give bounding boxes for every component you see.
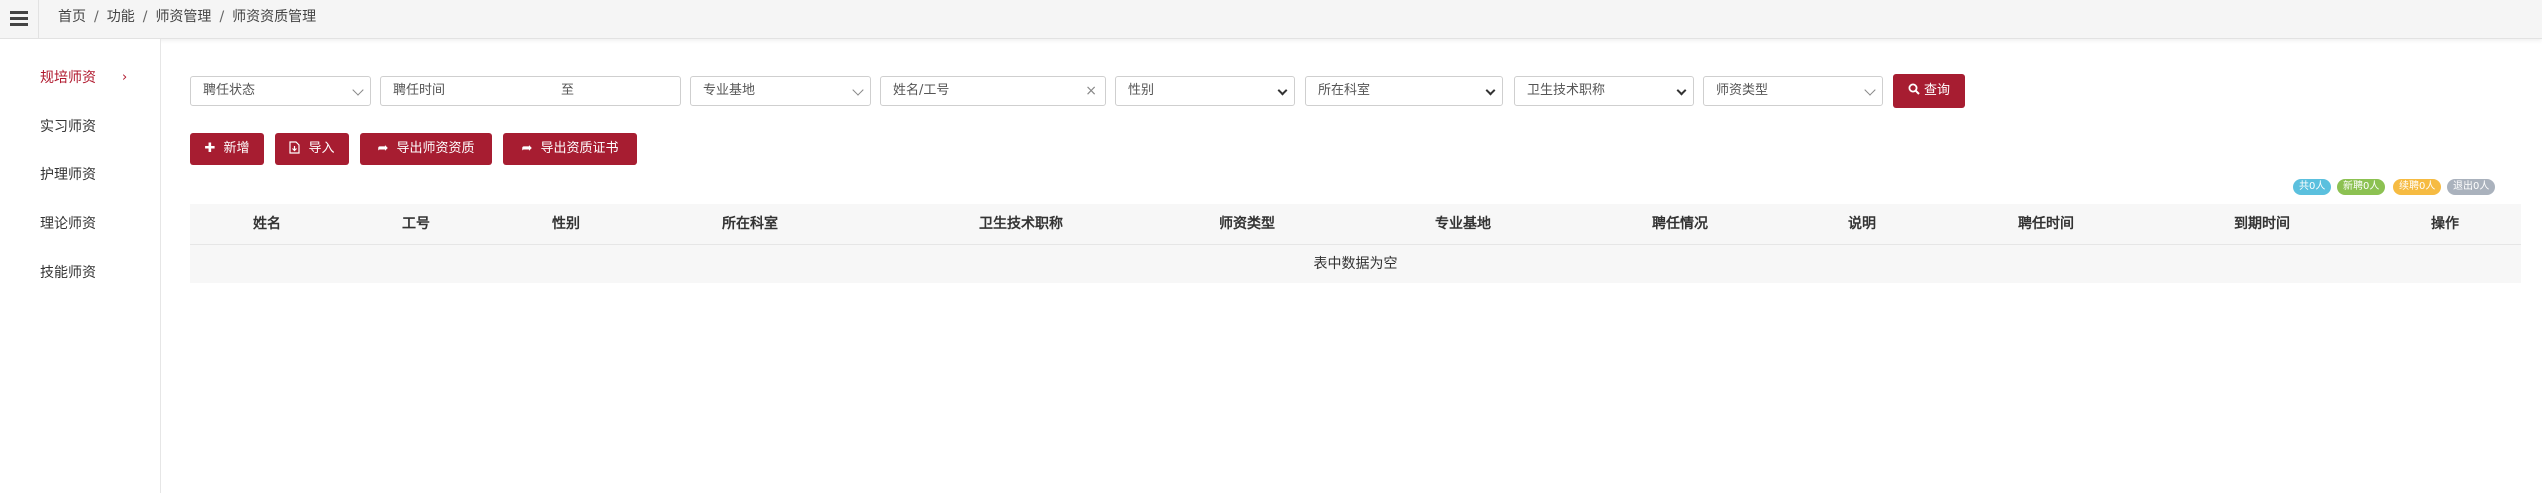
share-arrow-icon: ➦ [521,141,533,156]
column-header-description[interactable]: 说明 [1848,204,1876,244]
breadcrumb: 首页 / 功能 / 师资管理 / 师资资质管理 [58,0,316,34]
breadcrumb-separator: / [142,9,148,25]
chevron-down-icon [1277,85,1288,96]
date-range-start-placeholder: 聘任时间 [393,83,446,98]
query-button-label: 查询 [1923,83,1950,98]
breadcrumb-item-home[interactable]: 首页 [58,9,86,25]
badge-total: 共0人 [2293,179,2332,195]
column-header-gender[interactable]: 性别 [552,204,580,244]
export-certificate-button[interactable]: ➦ 导出资质证书 [503,133,637,165]
select-value: 专业基地 [703,83,756,98]
import-button[interactable]: 导入 [275,133,349,165]
sidebar-item-skill-teachers[interactable]: 技能师资 [40,261,140,285]
breadcrumb-item-current: 师资资质管理 [232,9,317,25]
column-header-employee-id[interactable]: 工号 [402,204,430,244]
search-icon [1908,83,1920,95]
export-certificate-label: 导出资质证书 [540,141,619,156]
chevron-down-icon [1485,85,1496,96]
chevron-down-icon [852,84,864,96]
import-button-label: 导入 [308,141,335,156]
column-header-expiry-time[interactable]: 到期时间 [2234,204,2290,244]
select-value: 所在科室 [1318,83,1371,98]
column-header-department[interactable]: 所在科室 [722,204,778,244]
sidebar-item-label: 实习师资 [40,119,96,135]
sidebar-item-nursing-teachers[interactable]: 护理师资 [40,163,140,187]
employ-status-select[interactable]: 聘任状态 [190,76,371,106]
select-value: 师资类型 [1716,83,1769,98]
breadcrumb-separator: / [219,9,225,25]
breadcrumb-item-function[interactable]: 功能 [107,9,135,25]
sidebar-item-label: 技能师资 [40,265,96,281]
file-import-icon [289,141,301,154]
chevron-right-icon: › [122,70,128,85]
department-select[interactable]: 所在科室 [1305,76,1503,106]
share-arrow-icon: ➦ [377,141,389,156]
column-header-teacher-type[interactable]: 师资类型 [1219,204,1275,244]
name-id-search-input[interactable]: 姓名/工号 × [880,76,1106,106]
select-value: 聘任状态 [203,83,256,98]
select-value: 卫生技术职称 [1527,83,1606,98]
add-button-label: 新增 [223,141,250,156]
export-qualification-button[interactable]: ➦ 导出师资资质 [360,133,492,165]
query-button[interactable]: 查询 [1893,74,1965,108]
badge-new-hires: 新聘0人 [2337,179,2386,195]
chevron-down-icon [1864,84,1876,96]
menu-toggle-icon[interactable] [0,0,39,38]
sidebar: 规培师资 › 实习师资 护理师资 理论师资 技能师资 [0,39,161,493]
employ-time-range-input[interactable]: 聘任时间 至 [380,76,681,106]
column-header-technical-title[interactable]: 卫生技术职称 [979,204,1063,244]
export-qualification-label: 导出师资资质 [396,141,475,156]
sidebar-item-label: 规培师资 [40,70,96,86]
column-header-professional-base[interactable]: 专业基地 [1435,204,1491,244]
badge-exits: 退出0人 [2447,179,2496,195]
sidebar-item-label: 理论师资 [40,216,96,232]
chevron-down-icon [1676,85,1687,96]
sidebar-item-standardized-teachers[interactable]: 规培师资 › [40,66,140,90]
date-range-separator: 至 [561,83,575,98]
column-header-employ-status[interactable]: 聘任情况 [1652,204,1708,244]
sidebar-item-label: 护理师资 [40,167,96,183]
professional-base-select[interactable]: 专业基地 [690,76,871,106]
column-header-actions: 操作 [2431,216,2459,232]
select-value: 性别 [1128,83,1155,98]
table-empty-row: 表中数据为空 [190,245,2521,283]
breadcrumb-item-teacher-management[interactable]: 师资管理 [155,9,211,25]
column-header-employ-time[interactable]: 聘任时间 [2018,204,2074,244]
column-header-name[interactable]: 姓名 [253,204,281,244]
input-placeholder: 姓名/工号 [893,83,950,98]
sidebar-item-theory-teachers[interactable]: 理论师资 [40,212,140,236]
sidebar-item-intern-teachers[interactable]: 实习师资 [40,115,140,139]
add-button[interactable]: ✚ 新增 [190,133,264,165]
chevron-down-icon [352,84,364,96]
teacher-type-select[interactable]: 师资类型 [1703,76,1883,106]
breadcrumb-separator: / [94,9,99,25]
plus-icon: ✚ [204,141,216,156]
clear-icon[interactable]: × [1085,77,1097,105]
gender-select[interactable]: 性别 [1115,76,1295,106]
badge-renewals: 续聘0人 [2393,179,2442,195]
top-bar: 首页 / 功能 / 师资管理 / 师资资质管理 [0,0,2542,39]
table-header: 姓名 工号 性别 所在科室 卫生技术职称 师资类型 专业基地 聘任情况 说明 聘… [190,204,2521,245]
technical-title-select[interactable]: 卫生技术职称 [1514,76,1694,106]
